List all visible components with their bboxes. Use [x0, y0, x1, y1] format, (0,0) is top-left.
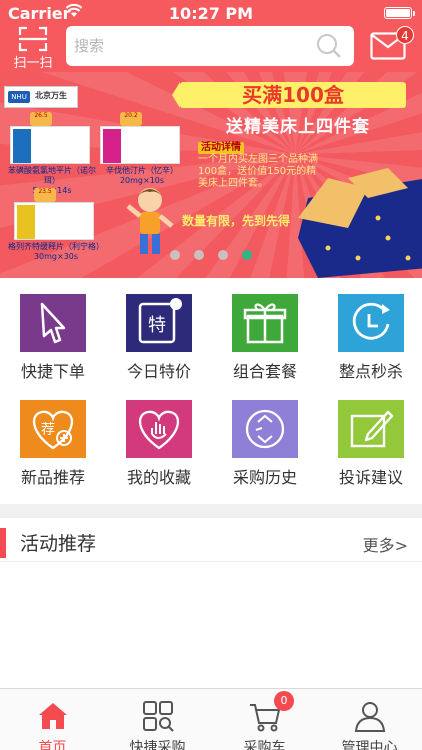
carousel-dot-active[interactable] [242, 250, 252, 260]
purchase-history-button[interactable]: 采购历史 [212, 394, 318, 494]
grid-label: 组合套餐 [232, 362, 297, 381]
favorites-button[interactable]: 我的收藏 [106, 394, 212, 494]
price-tag: 20.2 [120, 112, 142, 126]
grid-label: 新品推荐 [20, 468, 85, 487]
feature-grid: 快捷下单 特 今日特价 组合套餐 整点秒杀 荐 新品推荐 我的收藏 采购历史 投… [0, 288, 422, 502]
price-tag: 23.5 [34, 188, 56, 202]
clock-arrow-icon [338, 294, 404, 352]
heart-hand-icon [126, 400, 192, 458]
combo-package-button[interactable]: 组合套餐 [212, 288, 318, 388]
activity-section-header: 活动推荐 更多> [0, 520, 422, 562]
search-input[interactable]: 搜索 [66, 26, 354, 66]
tab-quick-purchase[interactable]: 快捷采购 [105, 695, 210, 750]
grid-label: 投诉建议 [338, 468, 403, 487]
section-title: 活动推荐 [20, 533, 97, 555]
grid-label: 整点秒杀 [338, 362, 403, 381]
header: 扫一扫 搜索 4 [0, 26, 422, 72]
search-placeholder: 搜索 [74, 37, 105, 55]
tab-label: 采购车 [243, 740, 286, 750]
daily-special-button[interactable]: 特 今日特价 [106, 288, 212, 388]
product-box: 26.5 苯磺酸氨氯地平片（诺尔珥）5mg×14s [8, 112, 96, 195]
brand-logo: NHU [8, 91, 30, 103]
message-badge: 4 [396, 26, 414, 44]
feedback-button[interactable]: 投诉建议 [318, 394, 422, 494]
detail-tag: 活动详情 [198, 142, 244, 154]
product-box: 23.5 格列齐特缓释片（利宁格） 30mg×30s [8, 188, 104, 261]
scan-button[interactable]: 扫一扫 [8, 26, 58, 72]
tab-management[interactable]: 管理中心 [317, 695, 422, 750]
scan-icon [18, 26, 48, 52]
special-price-icon: 特 [126, 294, 192, 352]
promo-subheadline: 送精美床上四件套 [226, 117, 370, 137]
more-link[interactable]: 更多> [363, 532, 408, 556]
grid-label: 我的收藏 [126, 468, 191, 487]
cart-badge: 0 [274, 691, 294, 711]
carousel-dot[interactable] [170, 250, 180, 260]
tab-label: 快捷采购 [129, 740, 186, 750]
carousel-dot[interactable] [218, 250, 228, 260]
battery-icon [384, 7, 415, 19]
tab-label: 管理中心 [341, 740, 398, 750]
promo-banner[interactable]: NHU 北京万生 26.5 苯磺酸氨氯地平片（诺尔珥）5mg×14s 20.2 … [0, 72, 422, 278]
recommend-icon: 荐 [20, 400, 86, 458]
product-name: 辛伐他汀片（忆辛） 20mg×10s [106, 166, 178, 185]
grid-label: 今日特价 [126, 362, 191, 381]
tab-cart[interactable]: 0 采购车 [212, 691, 317, 750]
section-divider [0, 504, 422, 518]
product-box: 20.2 辛伐他汀片（忆辛） 20mg×10s [100, 112, 180, 185]
scan-label: 扫一扫 [13, 56, 53, 71]
recycle-icon [232, 400, 298, 458]
home-icon [39, 703, 67, 729]
carousel-dots[interactable] [0, 250, 422, 260]
brand-badge: NHU 北京万生 [4, 86, 78, 108]
promo-limit: 数量有限，先到先得 [182, 214, 291, 228]
search-icon [317, 34, 341, 58]
carousel-dot[interactable] [194, 250, 204, 260]
gift-icon [232, 294, 298, 352]
grid-label: 快捷下单 [20, 362, 85, 381]
grid-label: 采购历史 [232, 468, 297, 487]
messages-button[interactable]: 4 [370, 26, 414, 62]
edit-icon [338, 400, 404, 458]
svg-text:特: 特 [148, 315, 166, 336]
price-tag: 26.5 [30, 112, 52, 126]
flash-sale-button[interactable]: 整点秒杀 [318, 288, 422, 388]
quick-order-button[interactable]: 快捷下单 [0, 288, 106, 388]
hand-pointer-icon [20, 294, 86, 352]
tab-bar: 首页 快捷采购 0 采购车 管理中心 [0, 688, 422, 750]
section-accent-bar [0, 528, 6, 558]
tab-home[interactable]: 首页 [0, 695, 105, 750]
status-bar: Carrier 10:27 PM [0, 0, 422, 26]
new-products-button[interactable]: 荐 新品推荐 [0, 394, 106, 494]
bedding-set-illustration [298, 168, 422, 278]
promo-headline: 买满100盒 [172, 82, 406, 108]
svg-text:荐: 荐 [41, 422, 55, 438]
tab-label: 首页 [38, 740, 67, 750]
brand-name: 北京万生 [35, 91, 67, 100]
grid-search-icon [143, 701, 174, 732]
clock: 10:27 PM [168, 4, 254, 23]
user-icon [354, 702, 386, 732]
